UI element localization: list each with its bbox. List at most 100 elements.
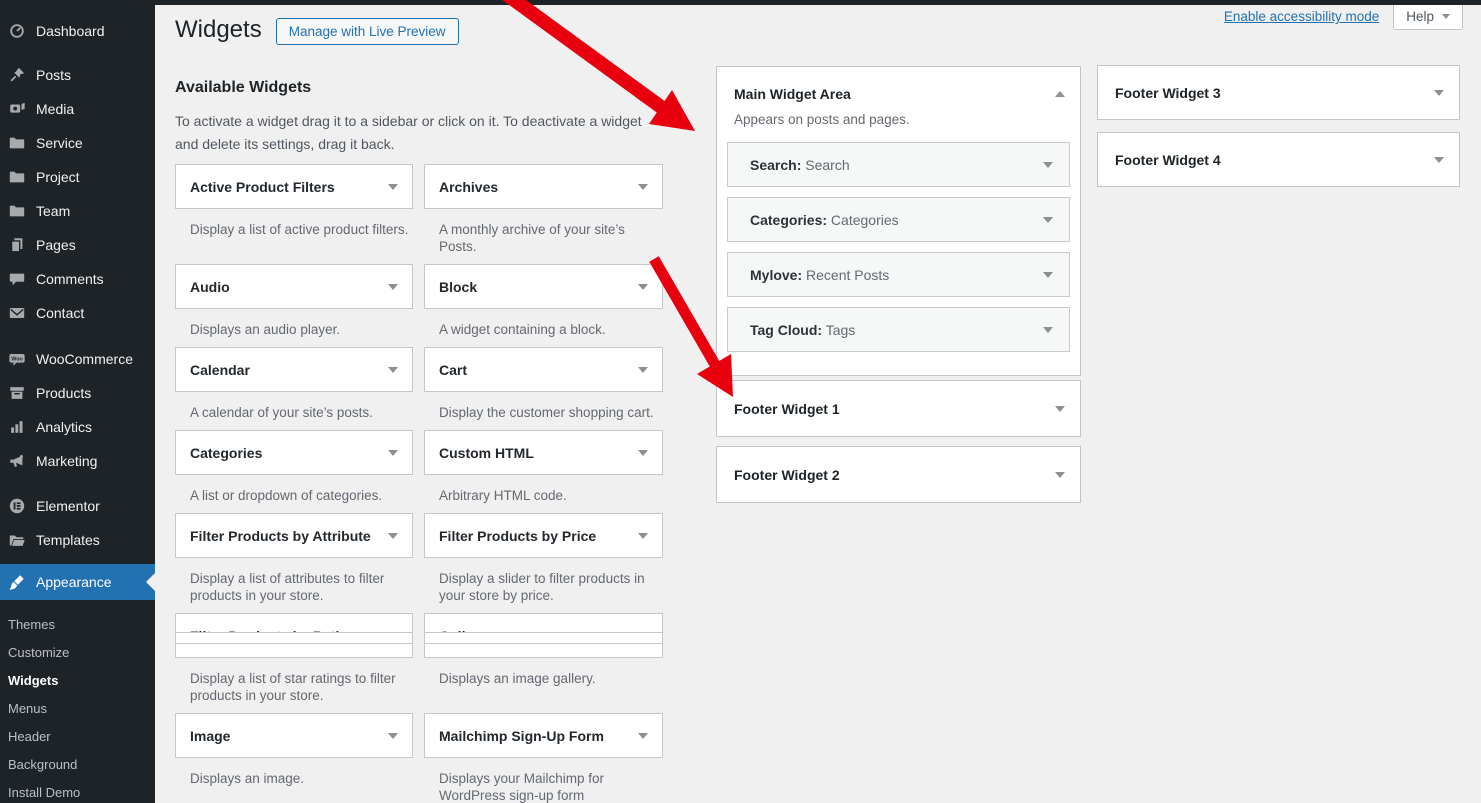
sidebar-item-media[interactable]: Media	[0, 92, 155, 126]
sidebar-item-comments[interactable]: Comments	[0, 262, 155, 296]
chevron-down-icon[interactable]	[388, 367, 398, 373]
sidebar-item-dashboard[interactable]: Dashboard	[0, 14, 155, 48]
chevron-down-icon[interactable]	[1055, 472, 1065, 478]
sidebar-item-templates[interactable]: Templates	[0, 523, 155, 557]
open-folder-icon	[7, 530, 27, 550]
sidebar-item-elementor[interactable]: Elementor	[0, 489, 155, 523]
widget-cell: Gallery Displays an image gallery.	[424, 613, 663, 713]
chevron-down-icon[interactable]	[1434, 90, 1444, 96]
widget-title: Recent Posts	[806, 267, 889, 283]
widget-card-image[interactable]: Image	[175, 713, 413, 758]
panel-title: Main Widget Area	[734, 86, 1055, 102]
submenu-item-menus[interactable]: Menus	[0, 694, 155, 722]
widget-card-block[interactable]: Block	[424, 264, 663, 309]
submenu-item-background[interactable]: Background	[0, 750, 155, 778]
widget-description: Displays an image gallery.	[439, 670, 659, 687]
widget-card-calendar[interactable]: Calendar	[175, 347, 413, 392]
assigned-widget-search[interactable]: Search: Search	[727, 142, 1070, 187]
sidebar-item-label: Appearance	[36, 574, 112, 590]
widget-description: A widget containing a block.	[439, 321, 659, 338]
chevron-down-icon[interactable]	[388, 533, 398, 539]
footer-widget-3-header[interactable]: Footer Widget 3	[1098, 66, 1459, 119]
footer-widget-2-panel: Footer Widget 2	[716, 446, 1081, 503]
sidebar-item-appearance[interactable]: Appearance	[0, 564, 155, 600]
chevron-down-icon[interactable]	[638, 733, 648, 739]
widget-cell: Filter Products by Attribute Display a l…	[175, 513, 413, 613]
chevron-down-icon[interactable]	[1043, 327, 1053, 333]
widget-cell: Calendar A calendar of your site’s posts…	[175, 347, 413, 430]
admin-sidebar: Dashboard Posts Media Service Project Te…	[0, 0, 155, 803]
sidebar-item-woocommerce[interactable]: Woo WooCommerce	[0, 342, 155, 376]
widget-description: Display a list of star ratings to filter…	[190, 670, 409, 704]
chevron-up-icon[interactable]	[1055, 91, 1065, 97]
submenu-item-themes[interactable]: Themes	[0, 610, 155, 638]
chevron-down-icon[interactable]	[1043, 217, 1053, 223]
widget-card-archives[interactable]: Archives	[424, 164, 663, 209]
chevron-down-icon[interactable]	[1043, 162, 1053, 168]
chevron-down-icon[interactable]	[1434, 157, 1444, 163]
sidebar-item-analytics[interactable]: Analytics	[0, 410, 155, 444]
main-widget-area-header[interactable]: Main Widget Area	[717, 67, 1080, 102]
svg-text:Woo: Woo	[11, 357, 23, 363]
enable-accessibility-link[interactable]: Enable accessibility mode	[1224, 9, 1379, 24]
widget-cell: Filter Products by Rating Display a list…	[175, 613, 413, 713]
page-title: Widgets	[175, 16, 262, 44]
widget-card-partial[interactable]	[424, 632, 663, 644]
admin-top-bar	[0, 0, 1481, 5]
footer-widget-4-header[interactable]: Footer Widget 4	[1098, 133, 1459, 186]
sidebar-item-label: Pages	[36, 237, 76, 253]
chevron-down-icon[interactable]	[388, 284, 398, 290]
widget-card-cart[interactable]: Cart	[424, 347, 663, 392]
paintbrush-icon	[7, 572, 27, 592]
chevron-down-icon[interactable]	[638, 450, 648, 456]
sidebar-item-pages[interactable]: Pages	[0, 228, 155, 262]
chevron-down-icon[interactable]	[638, 533, 648, 539]
widget-cell: Filter Products by Price Display a slide…	[424, 513, 663, 613]
widget-card-filter-products-by-price[interactable]: Filter Products by Price	[424, 513, 663, 558]
folder-icon	[7, 133, 27, 153]
footer-widget-1-header[interactable]: Footer Widget 1	[717, 381, 1080, 436]
appearance-submenu: Themes Customize Widgets Menus Header Ba…	[0, 600, 155, 803]
chevron-down-icon[interactable]	[1043, 272, 1053, 278]
submenu-item-header[interactable]: Header	[0, 722, 155, 750]
widget-card-mailchimp-sign-up-form[interactable]: Mailchimp Sign-Up Form	[424, 713, 663, 758]
sidebar-item-label: Team	[36, 203, 70, 219]
widget-cell: Block A widget containing a block.	[424, 264, 663, 347]
widget-cell: Custom HTML Arbitrary HTML code.	[424, 430, 663, 513]
chevron-down-icon[interactable]	[388, 184, 398, 190]
sidebar-item-team[interactable]: Team	[0, 194, 155, 228]
footer-widget-2-header[interactable]: Footer Widget 2	[717, 447, 1080, 502]
sidebar-item-posts[interactable]: Posts	[0, 58, 155, 92]
widget-card-custom-html[interactable]: Custom HTML	[424, 430, 663, 475]
widget-cell: Categories A list or dropdown of categor…	[175, 430, 413, 513]
sidebar-item-label: WooCommerce	[36, 351, 133, 367]
chevron-down-icon[interactable]	[638, 184, 648, 190]
submenu-item-install-demo[interactable]: Install Demo	[0, 778, 155, 803]
sidebar-item-products[interactable]: Products	[0, 376, 155, 410]
submenu-item-widgets[interactable]: Widgets	[0, 666, 155, 694]
sidebar-item-contact[interactable]: Contact	[0, 296, 155, 330]
manage-live-preview-button[interactable]: Manage with Live Preview	[276, 18, 459, 45]
widget-card-active-product-filters[interactable]: Active Product Filters	[175, 164, 413, 209]
chevron-down-icon[interactable]	[388, 450, 398, 456]
chevron-down-icon[interactable]	[638, 284, 648, 290]
sidebar-item-marketing[interactable]: Marketing	[0, 444, 155, 478]
chevron-down-icon[interactable]	[388, 733, 398, 739]
help-button[interactable]: Help	[1393, 3, 1463, 30]
widget-card-categories[interactable]: Categories	[175, 430, 413, 475]
widget-cell: Mailchimp Sign-Up Form Displays your Mai…	[424, 713, 663, 803]
widget-description: Displays your Mailchimp for WordPress si…	[439, 770, 659, 803]
widget-card-audio[interactable]: Audio	[175, 264, 413, 309]
sidebar-item-project[interactable]: Project	[0, 160, 155, 194]
chevron-down-icon[interactable]	[638, 367, 648, 373]
assigned-widget-categories[interactable]: Categories: Categories	[727, 197, 1070, 242]
widget-card-filter-products-by-attribute[interactable]: Filter Products by Attribute	[175, 513, 413, 558]
submenu-item-customize[interactable]: Customize	[0, 638, 155, 666]
assigned-widget-tag-cloud[interactable]: Tag Cloud: Tags	[727, 307, 1070, 352]
sidebar-item-label: Elementor	[36, 498, 100, 514]
chevron-down-icon[interactable]	[1055, 406, 1065, 412]
sidebar-item-service[interactable]: Service	[0, 126, 155, 160]
assigned-widget-mylove[interactable]: Mylove: Recent Posts	[727, 252, 1070, 297]
widget-cell: Active Product Filters Display a list of…	[175, 164, 413, 264]
widget-card-partial[interactable]	[175, 632, 413, 644]
